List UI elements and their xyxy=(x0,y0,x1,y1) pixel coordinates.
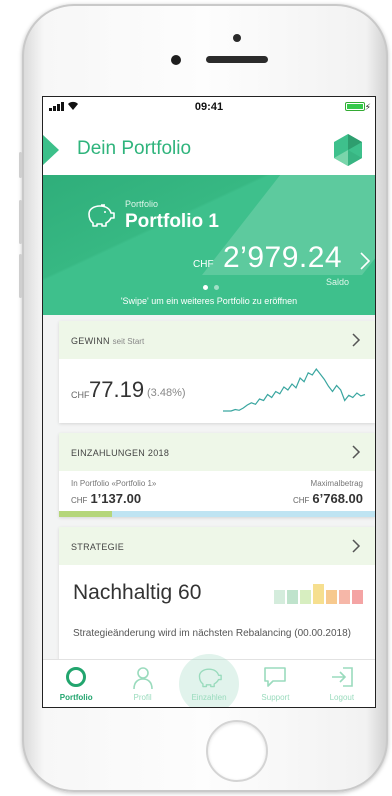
deposit-progress-fill xyxy=(59,511,113,517)
deposit-card-header[interactable]: EINZAHLUNGEN 2018 xyxy=(59,433,375,471)
balance-label: Saldo xyxy=(325,277,349,287)
brand-logo-icon xyxy=(334,134,362,166)
deposit-progress-bar xyxy=(59,511,375,517)
tab-bar: Portfolio Profil Einzahlen Support Logou… xyxy=(43,654,375,707)
balance-currency: CHF xyxy=(193,259,214,270)
tab-profil[interactable]: Profil xyxy=(109,660,175,707)
app-screen: 09:41 ⚡ Dein Portfolio Portfolio Portfol… xyxy=(42,96,376,708)
tab-label: Einzahlen xyxy=(191,693,227,702)
page-indicator xyxy=(203,285,219,290)
chevron-right-icon[interactable] xyxy=(359,251,371,271)
app-header: Dein Portfolio xyxy=(43,125,375,175)
deposit-max-label: Maximalbetrag xyxy=(310,479,363,488)
portfolio-balance: 2’979.24 xyxy=(223,241,343,274)
deposit-portfolio-label: In Portfolio «Portfolio 1» xyxy=(71,479,157,488)
portfolio-name: Portfolio 1 xyxy=(125,211,219,232)
sparkline-path xyxy=(223,367,366,412)
chevron-right-icon[interactable] xyxy=(351,332,361,348)
battery-icon xyxy=(345,102,365,111)
piggy-bank-icon xyxy=(88,204,115,227)
tab-logout[interactable]: Logout xyxy=(309,660,375,707)
strategy-name: Nachhaltig 60 xyxy=(73,581,202,604)
tab-label: Support xyxy=(261,693,290,702)
portfolio-label: Portfolio xyxy=(125,199,159,209)
chat-bubble-icon xyxy=(264,667,287,687)
strategy-card-title: STRATEGIE xyxy=(71,542,125,552)
gain-sparkline xyxy=(223,367,366,412)
tab-portfolio[interactable]: Portfolio xyxy=(43,660,109,707)
front-camera xyxy=(171,55,181,65)
gain-card-title: GEWINN seit Start xyxy=(71,336,145,346)
risk-scale-block xyxy=(287,590,298,604)
page-title: Dein Portfolio xyxy=(77,138,192,159)
tab-label: Logout xyxy=(329,693,355,702)
volume-down-button xyxy=(19,254,22,298)
gain-percent: (3.48%) xyxy=(147,387,186,399)
risk-scale-block xyxy=(300,590,311,604)
deposit-card-title: EINZAHLUNGEN 2018 xyxy=(71,448,170,458)
dashboard-content: GEWINN seit Start CHF 77.19 (3.48%) EINZ… xyxy=(43,315,375,677)
charging-icon: ⚡ xyxy=(364,102,371,112)
portfolio-header[interactable]: Portfolio Portfolio 1 CHF 2’979.24 Saldo… xyxy=(43,175,375,315)
page-dot xyxy=(214,285,219,290)
risk-scale-block xyxy=(274,590,285,604)
piggy-bank-icon xyxy=(198,668,222,688)
earpiece-speaker xyxy=(206,56,268,63)
gain-value: 77.19 xyxy=(89,377,145,402)
tab-label: Portfolio xyxy=(59,693,93,702)
risk-scale-block xyxy=(313,584,324,604)
gain-currency: CHF xyxy=(71,390,90,400)
strategy-card-header[interactable]: STRATEGIE xyxy=(59,527,375,565)
tab-einzahlen[interactable]: Einzahlen xyxy=(176,654,242,707)
risk-scale-block xyxy=(326,590,337,604)
page-dot xyxy=(203,285,208,290)
chevron-right-icon[interactable] xyxy=(351,444,361,460)
risk-scale-block xyxy=(339,590,350,604)
tab-label: Profil xyxy=(133,693,152,702)
tab-support[interactable]: Support xyxy=(242,660,308,707)
mute-switch xyxy=(19,152,22,178)
status-bar: 09:41 ⚡ xyxy=(43,97,375,117)
user-icon xyxy=(132,667,153,690)
gain-card-header[interactable]: GEWINN seit Start xyxy=(59,321,375,359)
proximity-sensor xyxy=(233,34,241,42)
strategy-risk-scale xyxy=(274,584,363,604)
volume-up-button xyxy=(19,200,22,244)
risk-scale-block xyxy=(352,590,363,604)
deposit-card[interactable]: EINZAHLUNGEN 2018 In Portfolio «Portfoli… xyxy=(59,433,375,517)
gain-card[interactable]: GEWINN seit Start CHF 77.19 (3.48%) xyxy=(59,321,375,423)
strategy-note: Strategieänderung wird im nächsten Rebal… xyxy=(73,628,351,639)
chevron-right-icon[interactable] xyxy=(351,538,361,554)
swipe-hint: 'Swipe' um ein weiteres Portfolio zu erö… xyxy=(120,296,298,306)
status-time: 09:41 xyxy=(194,101,224,113)
deposit-max-value: CHF 6’768.00 xyxy=(292,491,363,506)
logout-icon xyxy=(331,667,353,687)
menu-triangle-icon[interactable] xyxy=(43,135,59,165)
home-button[interactable] xyxy=(206,720,268,782)
deposit-portfolio-value: CHF 1’137.00 xyxy=(71,491,142,506)
circle-icon xyxy=(66,667,87,687)
